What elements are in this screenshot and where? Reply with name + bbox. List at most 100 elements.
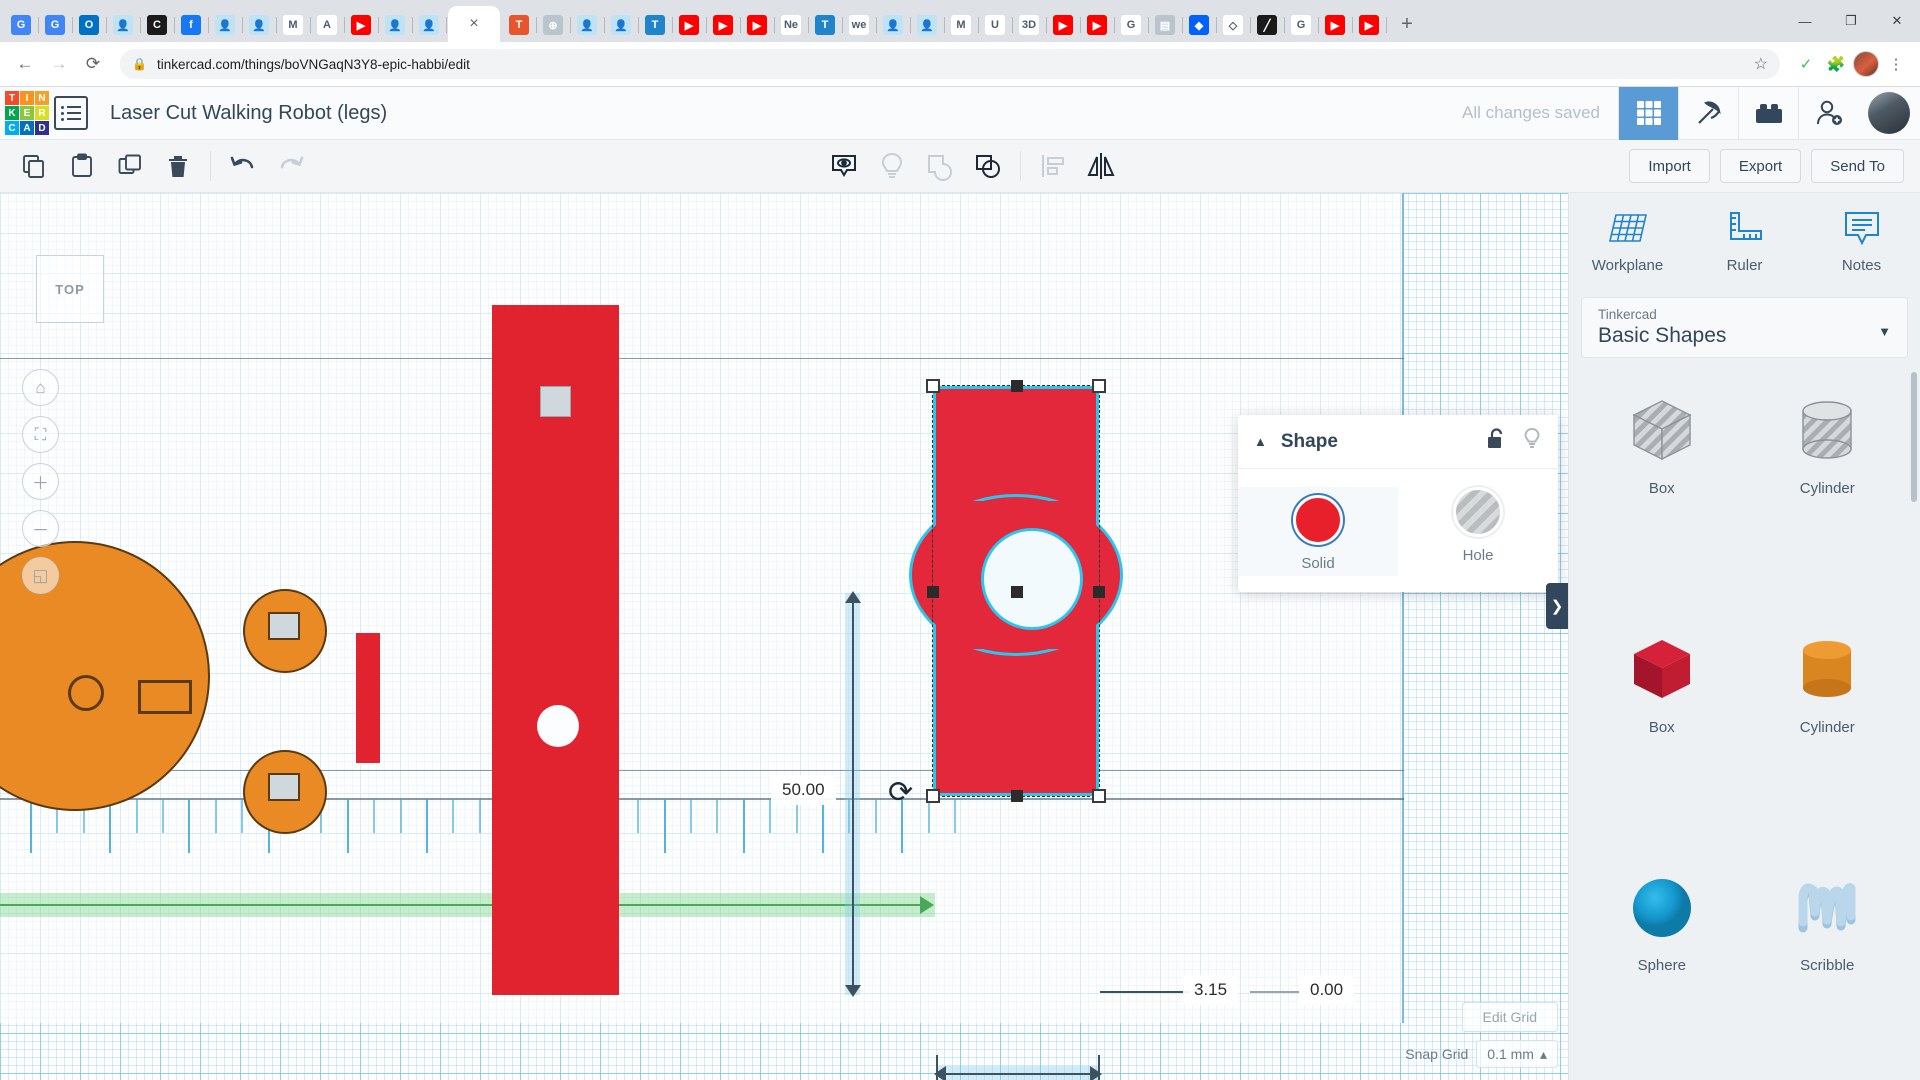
resize-handle-top-center[interactable]: [1011, 380, 1023, 392]
collapse-caret-icon[interactable]: ▲: [1254, 434, 1267, 449]
browser-tab[interactable]: f: [174, 8, 209, 42]
bookmark-star-icon[interactable]: ☆: [1754, 54, 1768, 74]
browser-tab[interactable]: U: [978, 8, 1013, 42]
browser-tab[interactable]: 👤: [412, 8, 447, 42]
browser-menu-icon[interactable]: ⋮: [1882, 50, 1910, 78]
browser-tab[interactable]: ▶: [344, 8, 379, 42]
sidebar-scrollbar[interactable]: [1911, 372, 1917, 502]
orange-circle-lower-slot[interactable]: [268, 773, 300, 801]
dim-height[interactable]: 50.00: [771, 775, 836, 805]
shape-card-scribble[interactable]: Scribble: [1745, 851, 1911, 1080]
browser-tab[interactable]: G: [1284, 8, 1319, 42]
browser-tab[interactable]: ▶: [1352, 8, 1387, 42]
browser-tab[interactable]: ⊕: [536, 8, 571, 42]
copy-icon[interactable]: [10, 140, 58, 193]
browser-tab[interactable]: 👤: [570, 8, 605, 42]
resize-handle-bottom-right[interactable]: [1092, 789, 1106, 803]
shape-card-solid-box[interactable]: Box: [1579, 613, 1745, 846]
paste-icon[interactable]: [58, 140, 106, 193]
export-button[interactable]: Export: [1719, 149, 1802, 183]
browser-tab[interactable]: 3D: [1012, 8, 1047, 42]
home-view-icon[interactable]: ⌂: [22, 369, 59, 406]
light-bulb-icon[interactable]: [1522, 427, 1542, 456]
red-plate-square-hole[interactable]: [540, 386, 571, 417]
browser-tab[interactable]: M: [276, 8, 311, 42]
close-tab-icon[interactable]: ×: [469, 16, 478, 32]
edit-grid-button[interactable]: Edit Grid: [1461, 1002, 1558, 1032]
browser-tab[interactable]: ╱: [1250, 8, 1285, 42]
browser-tab[interactable]: T: [502, 8, 537, 42]
browser-tab[interactable]: 👤: [604, 8, 639, 42]
shape-card-hole-cylinder[interactable]: Cylinder: [1745, 374, 1911, 607]
browser-tab[interactable]: T: [808, 8, 843, 42]
page-title[interactable]: Laser Cut Walking Robot (legs): [110, 102, 387, 125]
browser-tab[interactable]: ▶: [706, 8, 741, 42]
align-icon[interactable]: [1029, 140, 1077, 193]
reload-button[interactable]: ⟳: [78, 49, 108, 79]
browser-tab[interactable]: A: [310, 8, 345, 42]
resize-handle-top-left[interactable]: [926, 379, 940, 393]
red-plate-round-hole[interactable]: [537, 705, 579, 747]
browser-tab[interactable]: G: [38, 8, 73, 42]
resize-handle-top-right[interactable]: [1092, 379, 1106, 393]
height-handle-center[interactable]: [1011, 586, 1023, 598]
mirror-icon[interactable]: [1077, 140, 1125, 193]
orange-circle-slot[interactable]: [138, 680, 192, 714]
extension-puzzle-icon[interactable]: 🧩: [1822, 50, 1850, 78]
view-cube[interactable]: TOP: [36, 255, 104, 323]
dim-z-offset[interactable]: 0.00: [1299, 975, 1355, 1005]
browser-tab[interactable]: ▶: [740, 8, 775, 42]
design-canvas[interactable]: 121.50: [0, 193, 1568, 1080]
sidebar-item-ruler[interactable]: Ruler: [1686, 193, 1803, 289]
undo-icon[interactable]: [219, 140, 267, 193]
light-bulb-icon[interactable]: [868, 140, 916, 193]
send-to-button[interactable]: Send To: [1811, 149, 1904, 183]
import-button[interactable]: Import: [1629, 149, 1710, 183]
orange-circle-upper-slot[interactable]: [268, 612, 300, 640]
resize-handle-left-middle[interactable]: [927, 586, 939, 598]
browser-tab[interactable]: C: [140, 8, 175, 42]
lego-blocks-icon[interactable]: [1738, 86, 1798, 140]
browser-tab[interactable]: G: [4, 8, 39, 42]
fit-all-icon[interactable]: ⛶: [22, 416, 59, 453]
solid-option[interactable]: Solid: [1238, 487, 1398, 576]
extension-check-icon[interactable]: ✓: [1792, 50, 1820, 78]
rotate-handle-icon[interactable]: ⟳: [888, 778, 913, 808]
browser-tab[interactable]: 👤: [242, 8, 277, 42]
chevron-down-icon[interactable]: ▼: [1878, 324, 1891, 339]
browser-tab[interactable]: M: [944, 8, 979, 42]
duplicate-icon[interactable]: [106, 140, 154, 193]
browser-tab[interactable]: ▶: [672, 8, 707, 42]
browser-tab[interactable]: ▶: [1318, 8, 1353, 42]
browser-tab[interactable]: 👤: [876, 8, 911, 42]
delete-icon[interactable]: [154, 140, 202, 193]
ungroup-icon[interactable]: [916, 140, 964, 193]
shape-card-sphere[interactable]: Sphere: [1579, 851, 1745, 1080]
browser-tab[interactable]: ▤: [1148, 8, 1183, 42]
collapse-panel-button[interactable]: ❯: [1546, 583, 1568, 629]
sidebar-item-workplane[interactable]: Workplane: [1569, 193, 1686, 289]
dim-thickness[interactable]: 3.15: [1183, 975, 1239, 1005]
zoom-out-icon[interactable]: －: [22, 510, 59, 547]
group-icon[interactable]: [964, 140, 1012, 193]
new-tab-button[interactable]: +: [1392, 9, 1422, 39]
minimize-button[interactable]: —: [1782, 0, 1828, 42]
ortho-perspective-icon[interactable]: ◱: [22, 557, 59, 594]
tinkercad-logo[interactable]: TIN KER CAD: [0, 87, 54, 140]
browser-tab[interactable]: 👤: [910, 8, 945, 42]
sidebar-item-notes[interactable]: Notes: [1803, 193, 1920, 289]
close-window-button[interactable]: ✕: [1874, 0, 1920, 42]
orange-circle-inner-hub[interactable]: [68, 675, 104, 711]
browser-tab[interactable]: 👤: [106, 8, 141, 42]
browser-tab[interactable]: Ne: [774, 8, 809, 42]
unlock-icon[interactable]: [1486, 428, 1506, 455]
zoom-in-icon[interactable]: ＋: [22, 463, 59, 500]
minecraft-pickaxe-icon[interactable]: [1678, 86, 1738, 140]
grid-view-icon[interactable]: [1618, 86, 1678, 140]
solid-color-swatch[interactable]: [1293, 495, 1343, 545]
browser-tab[interactable]: we: [842, 8, 877, 42]
shape-card-solid-cylinder[interactable]: Cylinder: [1745, 613, 1911, 846]
shape-library-dropdown[interactable]: Tinkercad Basic Shapes ▼: [1581, 297, 1908, 358]
browser-tab[interactable]: O: [72, 8, 107, 42]
project-menu-icon[interactable]: [54, 96, 88, 130]
